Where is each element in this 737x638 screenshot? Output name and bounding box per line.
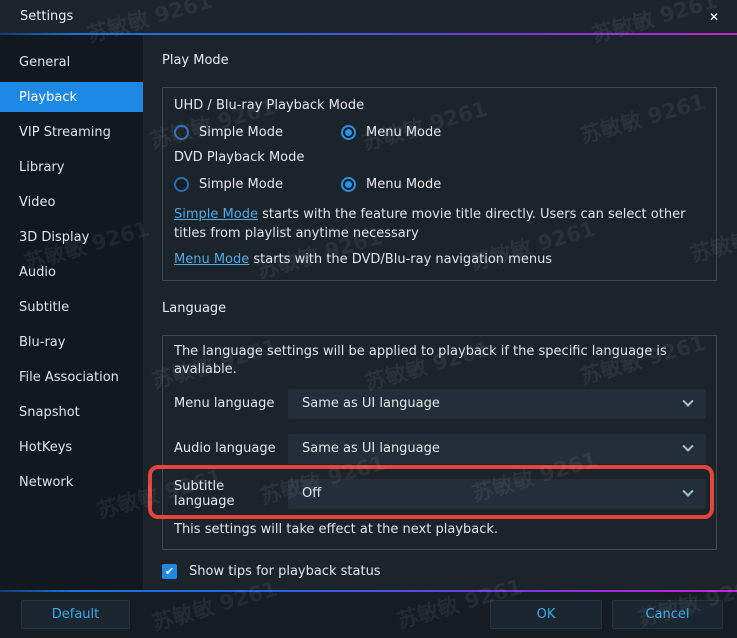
titlebar-accent-divider bbox=[0, 33, 737, 35]
close-icon[interactable]: ✕ bbox=[703, 6, 725, 28]
uhd-bluray-mode-label: UHD / Blu-ray Playback Mode bbox=[174, 94, 706, 118]
menu-mode-description: Menu Mode starts with the DVD/Blu-ray na… bbox=[174, 251, 706, 270]
menu-language-row: Menu language Same as UI language bbox=[174, 389, 706, 419]
dvd-menu-mode-option[interactable]: Menu Mode bbox=[341, 177, 441, 192]
audio-language-row: Audio language Same as UI language bbox=[174, 434, 706, 464]
menu-language-label: Menu language bbox=[174, 396, 288, 411]
play-mode-heading: Play Mode bbox=[162, 53, 717, 69]
play-mode-groupbox: UHD / Blu-ray Playback Mode Simple Mode … bbox=[162, 87, 717, 281]
sidebar-item-hotkeys[interactable]: HotKeys bbox=[0, 432, 143, 462]
sidebar-item-network[interactable]: Network bbox=[0, 467, 143, 497]
uhd-mode-radio-row: Simple Mode Menu Mode bbox=[174, 118, 706, 146]
uhd-simple-mode-label: Simple Mode bbox=[199, 125, 283, 140]
cancel-button[interactable]: Cancel bbox=[612, 600, 723, 629]
language-note-text: This settings will take effect at the ne… bbox=[174, 521, 706, 540]
window-title: Settings bbox=[20, 9, 73, 24]
show-tips-row: ✔ Show tips for playback status bbox=[162, 564, 717, 579]
sidebar-item-general[interactable]: General bbox=[0, 47, 143, 77]
chevron-down-icon bbox=[682, 485, 693, 496]
footer-accent-divider bbox=[0, 590, 737, 592]
settings-dialog-body: General Playback VIP Streaming Library Video… bbox=[0, 35, 737, 590]
menu-mode-link[interactable]: Menu Mode bbox=[174, 252, 249, 267]
language-heading: Language bbox=[162, 301, 717, 317]
settings-sidebar: General Playback VIP Streaming Library Video… bbox=[0, 35, 143, 590]
uhd-simple-mode-option[interactable]: Simple Mode bbox=[174, 125, 341, 140]
simple-mode-description: Simple Mode starts with the feature movi… bbox=[174, 206, 706, 243]
audio-language-dropdown[interactable]: Same as UI language bbox=[288, 434, 706, 464]
sidebar-item-blu-ray[interactable]: Blu-ray bbox=[0, 327, 143, 357]
dvd-simple-mode-option[interactable]: Simple Mode bbox=[174, 177, 341, 192]
menu-mode-description-text: starts with the DVD/Blu-ray navigation m… bbox=[249, 252, 552, 267]
title-bar: Settings ✕ bbox=[0, 0, 737, 33]
audio-language-value: Same as UI language bbox=[302, 441, 440, 456]
sidebar-item-audio[interactable]: Audio bbox=[0, 257, 143, 287]
menu-language-value: Same as UI language bbox=[302, 396, 440, 411]
dvd-mode-radio-row: Simple Mode Menu Mode bbox=[174, 170, 706, 198]
dvd-menu-mode-radio[interactable] bbox=[341, 177, 356, 192]
chevron-down-icon bbox=[682, 440, 693, 451]
sidebar-item-library[interactable]: Library bbox=[0, 152, 143, 182]
dvd-simple-mode-label: Simple Mode bbox=[199, 177, 283, 192]
menu-language-dropdown[interactable]: Same as UI language bbox=[288, 389, 706, 419]
dvd-menu-mode-label: Menu Mode bbox=[366, 177, 441, 192]
chevron-down-icon bbox=[682, 395, 693, 406]
language-groupbox: The language settings will be applied to… bbox=[162, 335, 717, 551]
subtitle-language-value: Off bbox=[302, 486, 321, 501]
default-button[interactable]: Default bbox=[21, 600, 130, 629]
uhd-menu-mode-radio[interactable] bbox=[341, 125, 356, 140]
dvd-mode-label: DVD Playback Mode bbox=[174, 146, 706, 170]
sidebar-item-3d-display[interactable]: 3D Display bbox=[0, 222, 143, 252]
uhd-simple-mode-radio[interactable] bbox=[174, 125, 189, 140]
playback-settings-panel: Play Mode UHD / Blu-ray Playback Mode Si… bbox=[143, 35, 737, 590]
sidebar-item-vip-streaming[interactable]: VIP Streaming bbox=[0, 117, 143, 147]
footer-bar: Default OK Cancel bbox=[0, 592, 737, 638]
subtitle-language-dropdown[interactable]: Off bbox=[288, 479, 706, 509]
uhd-menu-mode-label: Menu Mode bbox=[366, 125, 441, 140]
audio-language-label: Audio language bbox=[174, 441, 288, 456]
uhd-menu-mode-option[interactable]: Menu Mode bbox=[341, 125, 441, 140]
subtitle-language-label: Subtitle language bbox=[174, 479, 288, 509]
subtitle-language-row: Subtitle language Off bbox=[174, 479, 706, 509]
language-intro-text: The language settings will be applied to… bbox=[174, 343, 706, 380]
ok-button[interactable]: OK bbox=[490, 600, 602, 629]
show-tips-checkbox[interactable]: ✔ bbox=[162, 564, 177, 579]
sidebar-item-file-association[interactable]: File Association bbox=[0, 362, 143, 392]
sidebar-item-subtitle[interactable]: Subtitle bbox=[0, 292, 143, 322]
dvd-simple-mode-radio[interactable] bbox=[174, 177, 189, 192]
sidebar-item-playback[interactable]: Playback bbox=[0, 82, 143, 112]
simple-mode-link[interactable]: Simple Mode bbox=[174, 207, 258, 222]
sidebar-item-snapshot[interactable]: Snapshot bbox=[0, 397, 143, 427]
show-tips-label: Show tips for playback status bbox=[189, 564, 381, 579]
sidebar-item-video[interactable]: Video bbox=[0, 187, 143, 217]
